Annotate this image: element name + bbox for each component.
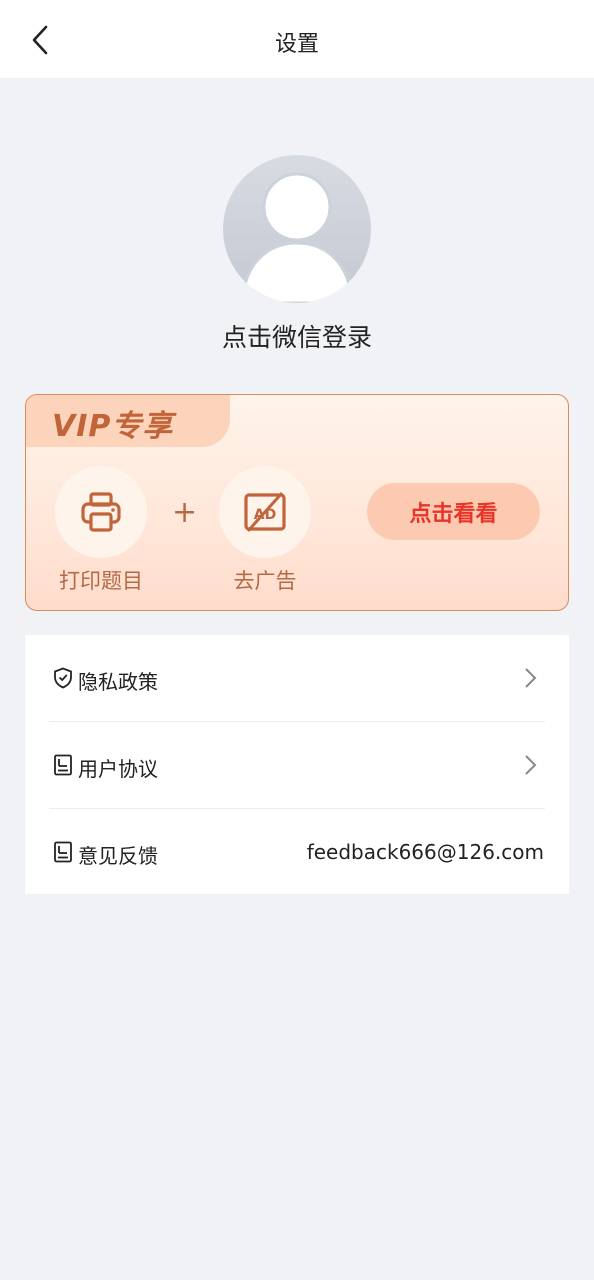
- print-feature-label: 打印题目: [59, 569, 143, 593]
- view-vip-button[interactable]: 点击看看: [367, 483, 540, 540]
- chevron-right-icon: [525, 755, 537, 775]
- wechat-login-link[interactable]: 点击微信登录: [0, 318, 594, 354]
- page-title: 设置: [274, 32, 319, 57]
- menu-item-label: 意见反馈: [78, 844, 158, 868]
- remove-ads-label: 去广告: [233, 569, 297, 593]
- default-avatar-icon: [241, 172, 353, 303]
- top-bar: 设置: [0, 0, 594, 78]
- printer-icon: [81, 492, 121, 532]
- shield-icon: [54, 667, 72, 689]
- print-feature[interactable]: [55, 466, 147, 558]
- menu-item-feedback[interactable]: 意见反馈 feedback666@126.com: [25, 809, 569, 895]
- avatar[interactable]: [223, 155, 371, 303]
- remove-ads-feature[interactable]: AD: [219, 466, 311, 558]
- document-icon: [54, 754, 72, 776]
- settings-menu: 隐私政策 用户协议 意见反馈 feedback666@126.com: [25, 635, 569, 894]
- menu-item-label: 隐私政策: [78, 670, 158, 694]
- menu-item-label: 用户协议: [78, 757, 158, 781]
- vip-title: VIP专享: [52, 409, 174, 444]
- feedback-email: feedback666@126.com: [306, 840, 544, 864]
- chevron-right-icon: [525, 668, 537, 688]
- plus-sign: +: [172, 495, 198, 530]
- vip-tab: VIP专享: [26, 395, 230, 447]
- document-icon: [54, 841, 72, 863]
- menu-item-privacy-policy[interactable]: 隐私政策: [25, 635, 569, 721]
- no-ad-icon: AD: [244, 491, 286, 533]
- vip-card: VIP专享 打印题目 + AD 去广告 点击看看: [25, 394, 569, 611]
- menu-item-user-agreement[interactable]: 用户协议: [25, 722, 569, 808]
